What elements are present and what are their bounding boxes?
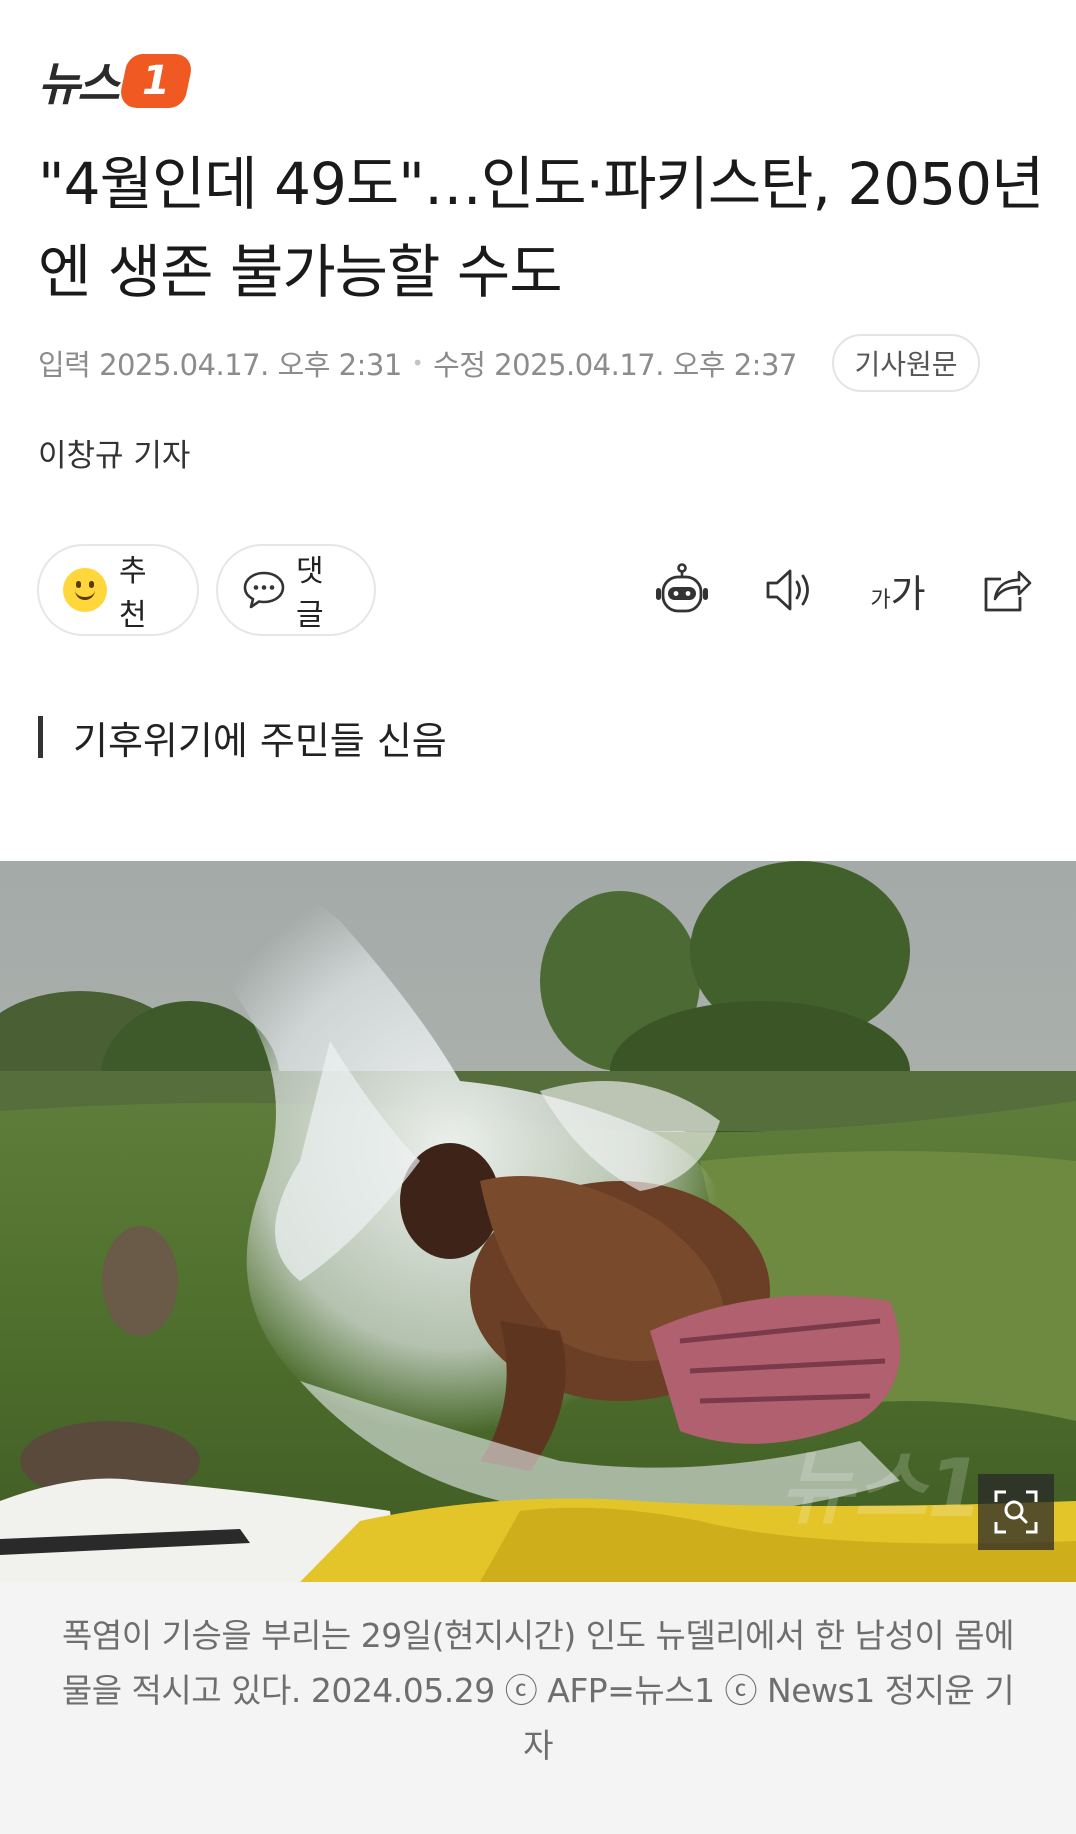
article-subheading: 기후위기에 주민들 신음 <box>38 712 447 763</box>
article-headline: "4월인데 49도"…인도·파키스탄, 2050년엔 생존 불가능할 수도 <box>38 150 1044 306</box>
recommend-label: 추천 <box>119 554 147 633</box>
share-button[interactable] <box>974 558 1038 622</box>
original-article-button[interactable]: 기사원문 <box>832 334 980 392</box>
news1-logo[interactable]: 뉴스 1 <box>38 48 195 114</box>
robot-icon <box>656 563 708 613</box>
font-size-icon: 가가 <box>870 563 925 618</box>
font-size-button[interactable]: 가가 <box>866 558 930 622</box>
recommend-button[interactable]: 추천 <box>37 544 199 636</box>
logo-text: 뉴스 <box>38 57 120 111</box>
speaker-icon <box>766 569 809 611</box>
subheading-text: 기후위기에 주민들 신음 <box>73 718 447 763</box>
logo-badge: 1 <box>116 54 195 108</box>
text-to-speech-button[interactable] <box>758 558 822 622</box>
subheading-bar <box>38 716 43 758</box>
photo-zoom-button[interactable] <box>978 1474 1054 1550</box>
smile-icon <box>63 568 107 612</box>
photo-caption: 폭염이 기승을 부리는 29일(현지시간) 인도 뉴델리에서 한 남성이 몸에 … <box>0 1582 1076 1834</box>
share-icon <box>984 570 1032 612</box>
summary-bot-button[interactable] <box>650 558 714 622</box>
article-photo[interactable]: 뉴스1 <box>0 861 1076 1582</box>
font-small-glyph: 가 <box>870 587 891 613</box>
photo-illustration: 뉴스1 <box>0 861 1076 1582</box>
font-large-glyph: 가 <box>890 571 926 616</box>
reporter-byline[interactable]: 이창규 기자 <box>38 430 190 475</box>
article-meta: 입력 2025.04.17. 오후 2:31 • 수정 2025.04.17. … <box>38 334 797 392</box>
input-time: 2025.04.17. 오후 2:31 <box>99 348 402 382</box>
meta-separator: • <box>411 351 424 375</box>
modified-time: 2025.04.17. 오후 2:37 <box>494 348 797 382</box>
comment-label: 댓글 <box>296 554 324 633</box>
chat-bubble-icon <box>243 571 285 609</box>
modified-label: 수정 <box>433 348 486 382</box>
input-label: 입력 <box>38 348 91 382</box>
comment-button[interactable]: 댓글 <box>216 544 376 636</box>
photo-watermark: 뉴스1 <box>780 1442 983 1535</box>
logo-badge-number: 1 <box>141 58 170 104</box>
zoom-icon <box>994 1490 1038 1534</box>
